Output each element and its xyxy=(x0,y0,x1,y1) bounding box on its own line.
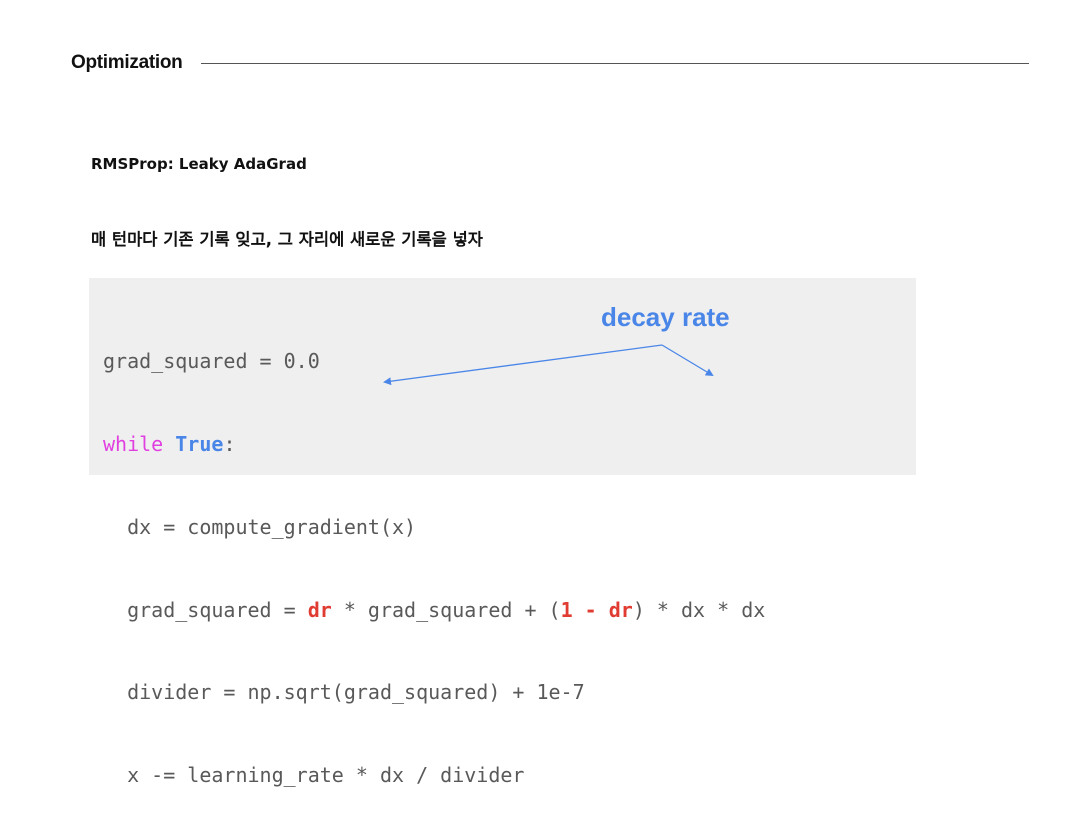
code-line-5: divider = np.sqrt(grad_squared) + 1e-7 xyxy=(103,680,585,705)
annotation-arrows xyxy=(383,344,714,386)
arrow-to-second-dr xyxy=(661,344,714,377)
code-line-6: x -= learning_rate * dx / divider xyxy=(103,763,525,788)
arrow-to-first-dr xyxy=(383,344,663,386)
